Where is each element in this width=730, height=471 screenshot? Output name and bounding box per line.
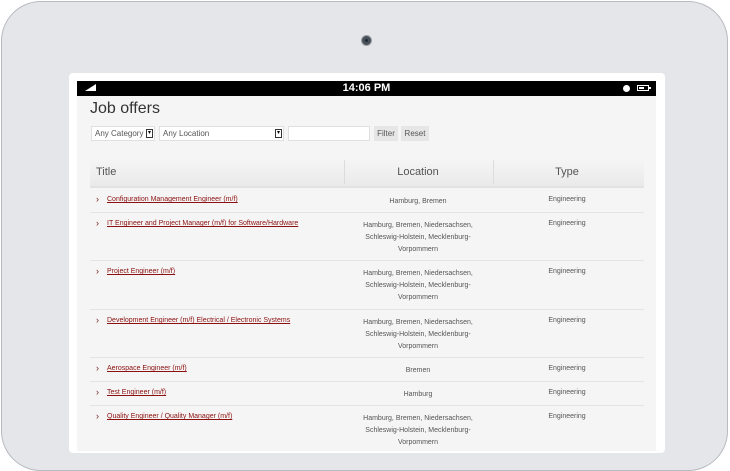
location-select[interactable]: Any Location ▾ xyxy=(159,126,284,141)
job-title-link[interactable]: Quality Engineer / Quality Manager (m/f) xyxy=(107,413,232,420)
status-time: 14:06 PM xyxy=(342,82,391,94)
job-location: Hamburg, Bremen, Niedersachsen, Schleswi… xyxy=(363,319,473,350)
job-location: Bremen xyxy=(405,367,431,374)
chevron-right-icon: › xyxy=(96,218,99,228)
job-type: Engineering xyxy=(548,365,586,372)
job-title-link[interactable]: Aerospace Engineer (m/f) xyxy=(107,365,187,372)
job-location: Hamburg, Bremen, Niedersachsen, Schleswi… xyxy=(363,415,473,446)
table-row: › Project Engineer (m/f) Hamburg, Bremen… xyxy=(90,261,644,310)
chevron-right-icon: › xyxy=(96,411,99,421)
page-title: Job offers xyxy=(90,100,160,117)
camera-icon xyxy=(361,35,372,46)
location-select-value: Any Location xyxy=(163,129,210,138)
column-header-title: Title xyxy=(96,166,117,178)
category-select-value: Any Category xyxy=(95,129,144,138)
column-header-location: Location xyxy=(397,166,439,178)
job-title-link[interactable]: IT Engineer and Project Manager (m/f) fo… xyxy=(107,220,298,227)
category-select[interactable]: Any Category ▾ xyxy=(91,126,155,141)
column-header-type: Type xyxy=(555,166,579,178)
chevron-right-icon: › xyxy=(96,387,99,397)
chevron-down-icon: ▾ xyxy=(275,129,282,138)
search-input[interactable] xyxy=(288,126,370,141)
job-type: Engineering xyxy=(548,413,586,420)
chevron-right-icon: › xyxy=(96,194,99,204)
table-row: › Configuration Management Engineer (m/f… xyxy=(90,189,644,213)
job-title-link[interactable]: Development Engineer (m/f) Electrical / … xyxy=(107,317,290,324)
job-title-link[interactable]: Test Engineer (m/f) xyxy=(107,389,166,396)
job-title-link[interactable]: Configuration Management Engineer (m/f) xyxy=(107,196,238,203)
job-type: Engineering xyxy=(548,389,586,396)
table-row: › IT Engineer and Project Manager (m/f) … xyxy=(90,213,644,261)
job-type: Engineering xyxy=(548,317,586,324)
job-location: Hamburg, Bremen, Niedersachsen, Schleswi… xyxy=(363,270,473,301)
status-bar: 14:06 PM xyxy=(77,81,656,96)
job-location: Hamburg, Bremen xyxy=(389,198,447,205)
table-row: › Development Engineer (m/f) Electrical … xyxy=(90,310,644,358)
job-location: Hamburg xyxy=(403,391,433,398)
screen: 14:06 PM Job offers Any Category ▾ Any L… xyxy=(77,81,656,451)
table-row: › Test Engineer (m/f) Hamburg Engineerin… xyxy=(90,382,644,406)
battery-icon xyxy=(637,85,651,91)
table-header: Title Location Type xyxy=(90,159,644,188)
chevron-down-icon: ▾ xyxy=(146,129,153,138)
chevron-right-icon: › xyxy=(96,315,99,325)
filter-button[interactable]: Filter xyxy=(374,126,398,141)
job-location: Hamburg, Bremen, Niedersachsen, Schleswi… xyxy=(363,222,473,253)
table-row: › Quality Engineer / Quality Manager (m/… xyxy=(90,406,644,451)
reset-button[interactable]: Reset xyxy=(401,126,429,141)
chevron-right-icon: › xyxy=(96,266,99,276)
clock-icon xyxy=(623,85,630,92)
job-title-link[interactable]: Project Engineer (m/f) xyxy=(107,268,175,275)
chevron-right-icon: › xyxy=(96,363,99,373)
job-type: Engineering xyxy=(548,268,586,275)
job-type: Engineering xyxy=(548,220,586,227)
job-type: Engineering xyxy=(548,196,586,203)
table-row: › Aerospace Engineer (m/f) Bremen Engine… xyxy=(90,358,644,382)
